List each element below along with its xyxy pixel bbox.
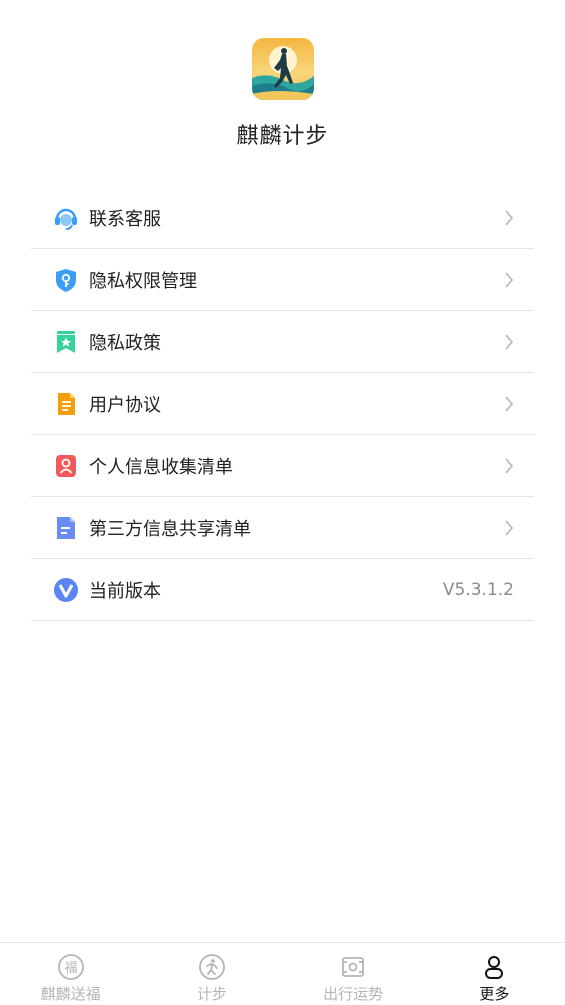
menu-item-contact-service[interactable]: 联系客服 xyxy=(31,187,534,249)
chevron-right-icon xyxy=(505,395,514,412)
tab-more[interactable]: 更多 xyxy=(424,943,565,1005)
menu-item-privacy-policy[interactable]: 隐私政策 xyxy=(31,311,534,373)
menu-item-label: 联系客服 xyxy=(89,208,161,230)
chevron-right-icon xyxy=(505,457,514,474)
tab-label: 计步 xyxy=(196,985,227,1003)
svg-text:福: 福 xyxy=(64,961,77,976)
tab-label: 出行运势 xyxy=(323,985,384,1003)
menu-item-label: 第三方信息共享清单 xyxy=(89,518,251,540)
fu-icon: 福 xyxy=(57,954,84,980)
app-name: 麒麟计步 xyxy=(236,124,329,149)
tab-travel-fortune[interactable]: 出行运势 xyxy=(283,943,424,1005)
document-icon xyxy=(53,391,79,417)
bottom-tab-bar: 福 麒麟送福 计步 出行运势 更多 xyxy=(0,942,565,1005)
chevron-right-icon xyxy=(505,271,514,288)
chevron-right-icon xyxy=(505,519,514,536)
walking-icon xyxy=(198,954,225,980)
menu-item-label: 隐私权限管理 xyxy=(89,270,197,292)
tab-qilin-blessing[interactable]: 福 麒麟送福 xyxy=(0,943,141,1005)
tab-label: 更多 xyxy=(479,985,510,1003)
menu-item-personal-info-list[interactable]: 个人信息收集清单 xyxy=(31,435,534,497)
fortune-icon xyxy=(342,957,365,977)
version-number: V5.3.1.2 xyxy=(442,579,514,600)
settings-menu: 联系客服 隐私权限管理 隐私政策 用户协议 个人信息收集清单 第三方信息共享清单… xyxy=(31,187,534,621)
user-icon xyxy=(485,956,504,979)
menu-item-label: 隐私政策 xyxy=(89,332,161,354)
bookmark-star-icon xyxy=(53,329,79,355)
header: 麒麟计步 xyxy=(0,0,565,170)
menu-item-privacy-permissions[interactable]: 隐私权限管理 xyxy=(31,249,534,311)
menu-item-label: 用户协议 xyxy=(89,394,161,416)
file-lines-icon xyxy=(53,515,79,541)
shield-key-icon xyxy=(53,267,79,293)
chevron-right-icon xyxy=(505,209,514,226)
person-card-icon xyxy=(53,453,79,479)
headset-icon xyxy=(53,205,79,231)
menu-item-user-agreement[interactable]: 用户协议 xyxy=(31,373,534,435)
menu-item-label: 个人信息收集清单 xyxy=(89,456,233,478)
menu-item-third-party-sharing[interactable]: 第三方信息共享清单 xyxy=(31,497,534,559)
tab-label: 麒麟送福 xyxy=(40,985,101,1003)
app-logo xyxy=(252,38,314,100)
menu-item-label: 当前版本 xyxy=(89,580,161,602)
menu-item-current-version[interactable]: 当前版本 V5.3.1.2 xyxy=(31,559,534,621)
tab-step-count[interactable]: 计步 xyxy=(141,943,282,1005)
chevron-right-icon xyxy=(505,333,514,350)
version-v-icon xyxy=(53,577,79,603)
